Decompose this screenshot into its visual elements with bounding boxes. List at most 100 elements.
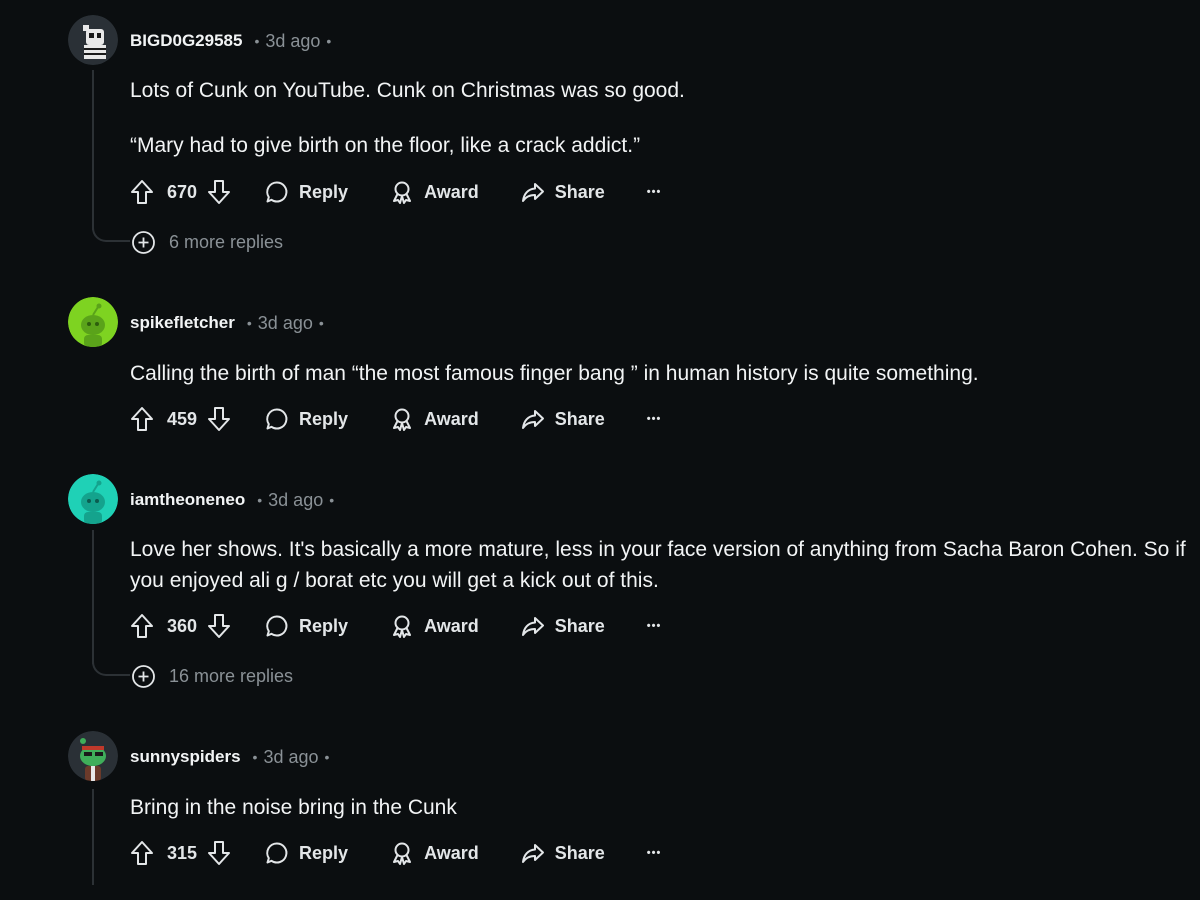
separator: •: [254, 33, 260, 49]
overflow-menu-button[interactable]: •••: [647, 847, 662, 859]
overflow-menu-button[interactable]: •••: [647, 186, 662, 198]
award-label: Award: [424, 842, 479, 863]
more-options-icon: •••: [646, 847, 662, 859]
comments-page: BIGD0G29585 • 3d ago • Lots of Cunk on Y…: [0, 0, 1200, 900]
vote-count: 315: [167, 842, 198, 863]
share-icon: [521, 410, 544, 429]
reply-button[interactable]: Reply: [265, 614, 348, 638]
thread-line[interactable]: [92, 530, 94, 664]
reply-button[interactable]: Reply: [265, 407, 348, 431]
user-avatar[interactable]: [68, 15, 118, 65]
user-avatar[interactable]: [68, 297, 118, 347]
vote-count: 459: [167, 408, 198, 429]
share-label: Share: [554, 615, 605, 636]
downvote-button[interactable]: [207, 840, 231, 866]
overflow-menu-button[interactable]: •••: [647, 620, 662, 632]
upvote-icon: [131, 407, 153, 431]
more-replies-button[interactable]: 16 more replies: [131, 663, 293, 689]
comment-body: Bring in the noise bring in the Cunk: [130, 792, 1190, 823]
timestamp[interactable]: 3d ago: [258, 313, 313, 334]
reply-button[interactable]: Reply: [265, 841, 348, 865]
share-icon: [521, 844, 544, 863]
share-button[interactable]: Share: [521, 407, 605, 431]
comment-paragraph: “Mary had to give birth on the floor, li…: [130, 134, 641, 157]
share-button[interactable]: Share: [521, 614, 605, 638]
user-avatar[interactable]: [68, 731, 118, 781]
user-avatar[interactable]: [68, 474, 118, 524]
more-replies-label: 16 more replies: [169, 665, 294, 686]
comment-paragraph: Lots of Cunk on YouTube. Cunk on Christm…: [130, 79, 685, 102]
comment-paragraph: Calling the birth of man “the most famou…: [130, 362, 979, 385]
upvote-button[interactable]: [130, 406, 154, 432]
share-label: Share: [554, 408, 605, 429]
timestamp[interactable]: 3d ago: [263, 747, 318, 768]
reply-label: Reply: [299, 615, 349, 636]
upvote-button[interactable]: [130, 179, 154, 205]
downvote-icon: [208, 180, 231, 204]
more-options-icon: •••: [646, 186, 662, 198]
downvote-icon: [208, 614, 231, 638]
separator: •: [324, 749, 330, 765]
overflow-menu-button[interactable]: •••: [647, 413, 662, 425]
username[interactable]: BIGD0G29585: [130, 31, 242, 51]
username[interactable]: spikefletcher: [130, 313, 235, 333]
plus-circle-icon: [132, 664, 155, 688]
thread-line[interactable]: [92, 70, 94, 230]
share-button[interactable]: Share: [521, 180, 605, 204]
award-button[interactable]: Award: [390, 180, 479, 204]
reply-label: Reply: [299, 408, 349, 429]
comment-meta: iamtheoneneo • 3d ago •: [130, 488, 334, 512]
reply-label: Reply: [299, 842, 349, 863]
downvote-button[interactable]: [207, 406, 231, 432]
share-button[interactable]: Share: [521, 841, 605, 865]
upvote-icon: [131, 614, 153, 638]
more-options-icon: •••: [646, 620, 662, 632]
downvote-icon: [208, 407, 231, 431]
comment-body: Love her shows. It's basically a more ma…: [130, 534, 1190, 596]
separator: •: [257, 492, 263, 508]
comment-meta: BIGD0G29585 • 3d ago •: [130, 29, 331, 53]
separator: •: [326, 33, 332, 49]
comment-actions: 360 Reply Award Share •••: [130, 610, 661, 642]
comment-actions: 315 Reply Award Share •••: [130, 837, 661, 869]
separator: •: [318, 315, 324, 331]
award-button[interactable]: Award: [390, 407, 479, 431]
award-label: Award: [424, 615, 479, 636]
vote-count: 360: [167, 615, 198, 636]
username[interactable]: sunnyspiders: [130, 747, 241, 767]
downvote-icon: [208, 841, 231, 865]
comment-bubble-icon: [266, 842, 288, 864]
plus-circle-icon: [132, 230, 155, 254]
comment-bubble-icon: [266, 181, 288, 203]
green-snoo-avatar: [68, 297, 118, 347]
dark-snoo-avatar: [68, 731, 118, 781]
downvote-button[interactable]: [207, 613, 231, 639]
share-label: Share: [554, 181, 605, 202]
more-options-icon: •••: [646, 413, 662, 425]
reply-button[interactable]: Reply: [265, 180, 348, 204]
timestamp[interactable]: 3d ago: [265, 31, 320, 52]
comment-paragraph: Love her shows. It's basically a more ma…: [130, 538, 1186, 592]
comment-body: Calling the birth of man “the most famou…: [130, 358, 1190, 389]
timestamp[interactable]: 3d ago: [268, 490, 323, 511]
separator: •: [252, 749, 258, 765]
share-icon: [521, 617, 544, 636]
award-button[interactable]: Award: [390, 614, 479, 638]
award-icon: [393, 615, 412, 638]
upvote-button[interactable]: [130, 613, 154, 639]
separator: •: [329, 492, 335, 508]
thread-line[interactable]: [92, 789, 94, 885]
comment-meta: spikefletcher • 3d ago •: [130, 311, 324, 335]
downvote-button[interactable]: [207, 179, 231, 205]
reply-label: Reply: [299, 181, 349, 202]
comment-bubble-icon: [266, 615, 288, 637]
upvote-button[interactable]: [130, 840, 154, 866]
teal-snoo-avatar: [68, 474, 118, 524]
comment-actions: 670 Reply Award Share •••: [130, 176, 661, 208]
award-button[interactable]: Award: [390, 841, 479, 865]
more-replies-label: 6 more replies: [169, 231, 284, 252]
share-label: Share: [554, 842, 605, 863]
upvote-icon: [131, 180, 153, 204]
username[interactable]: iamtheoneneo: [130, 490, 245, 510]
more-replies-button[interactable]: 6 more replies: [131, 229, 283, 255]
